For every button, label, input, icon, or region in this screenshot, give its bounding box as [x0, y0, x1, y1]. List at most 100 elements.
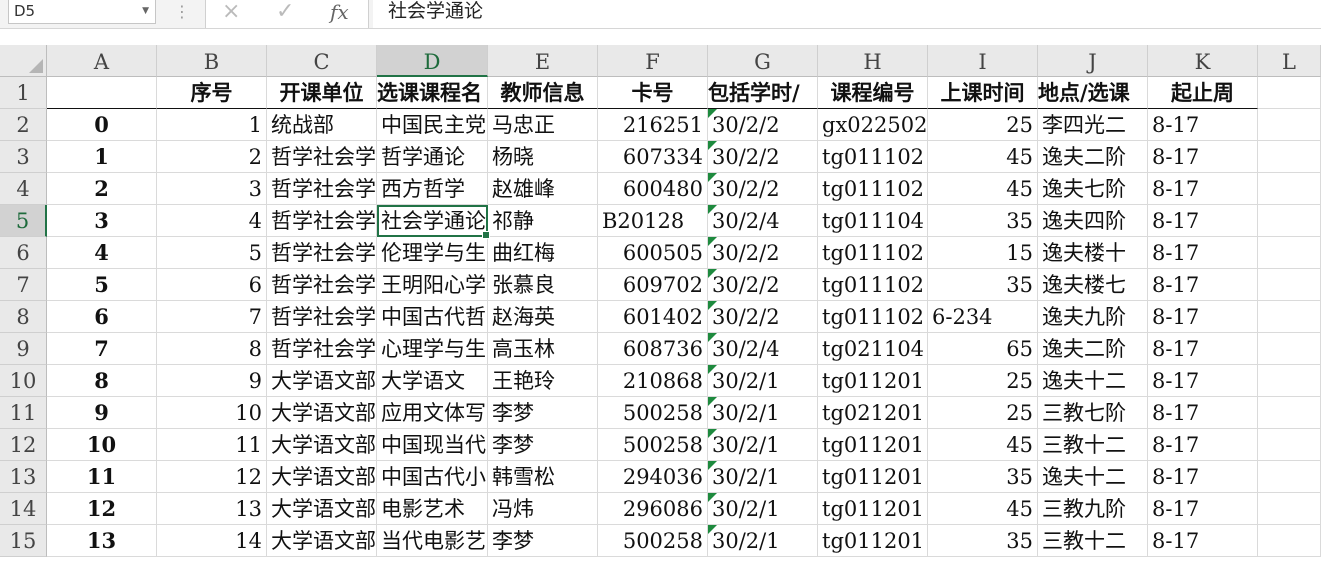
cell-g8[interactable]: 30/2/2: [708, 301, 818, 333]
cell-j4[interactable]: 逸夫七阶: [1038, 173, 1148, 205]
insert-function-icon[interactable]: fx: [330, 0, 349, 24]
header-cell-c[interactable]: 开课单位: [267, 77, 377, 109]
cell-j10[interactable]: 逸夫十二: [1038, 365, 1148, 397]
cell-d2[interactable]: 中国民主党: [377, 109, 488, 141]
cell-d4[interactable]: 西方哲学: [377, 173, 488, 205]
row-header-10[interactable]: 10: [0, 365, 47, 397]
cell-a15[interactable]: 13: [47, 525, 157, 557]
row-header-9[interactable]: 9: [0, 333, 47, 365]
cell-g13[interactable]: 30/2/1: [708, 461, 818, 493]
cell-f13[interactable]: 294036: [598, 461, 708, 493]
cell-i8[interactable]: 6-234: [928, 301, 1038, 333]
cell-e4[interactable]: 赵雄峰: [488, 173, 598, 205]
cell-f9[interactable]: 608736: [598, 333, 708, 365]
column-header-e[interactable]: E: [488, 45, 598, 77]
cell-k11[interactable]: 8-17: [1148, 397, 1258, 429]
cell-b11[interactable]: 10: [157, 397, 267, 429]
cell-h11[interactable]: tg021201: [818, 397, 928, 429]
cell-e13[interactable]: 韩雪松: [488, 461, 598, 493]
cell-i14[interactable]: 45: [928, 493, 1038, 525]
formula-input[interactable]: 社会学通论: [373, 0, 1321, 28]
cell-j8[interactable]: 逸夫九阶: [1038, 301, 1148, 333]
row-header-13[interactable]: 13: [0, 461, 47, 493]
cell-j15[interactable]: 三教十二: [1038, 525, 1148, 557]
cell-b3[interactable]: 2: [157, 141, 267, 173]
header-cell-h[interactable]: 课程编号: [818, 77, 928, 109]
column-header-f[interactable]: F: [598, 45, 708, 77]
cell-b8[interactable]: 7: [157, 301, 267, 333]
cell-l1[interactable]: [1258, 77, 1321, 109]
cell-e15[interactable]: 李梦: [488, 525, 598, 557]
cell-e14[interactable]: 冯炜: [488, 493, 598, 525]
cell-j11[interactable]: 三教七阶: [1038, 397, 1148, 429]
cell-l6[interactable]: [1258, 237, 1321, 269]
cell-b9[interactable]: 8: [157, 333, 267, 365]
cell-l10[interactable]: [1258, 365, 1321, 397]
column-header-a[interactable]: A: [47, 45, 157, 77]
cell-e6[interactable]: 曲红梅: [488, 237, 598, 269]
cell-h10[interactable]: tg011201: [818, 365, 928, 397]
column-header-d[interactable]: D: [377, 45, 488, 77]
cell-j5[interactable]: 逸夫四阶: [1038, 205, 1148, 237]
cell-f10[interactable]: 210868: [598, 365, 708, 397]
cell-f14[interactable]: 296086: [598, 493, 708, 525]
cell-a14[interactable]: 12: [47, 493, 157, 525]
header-cell-e[interactable]: 教师信息: [488, 77, 598, 109]
cell-a8[interactable]: 6: [47, 301, 157, 333]
cell-j2[interactable]: 李四光二: [1038, 109, 1148, 141]
cell-a10[interactable]: 8: [47, 365, 157, 397]
cell-i5[interactable]: 35: [928, 205, 1038, 237]
cell-f7[interactable]: 609702: [598, 269, 708, 301]
header-cell-i[interactable]: 上课时间: [928, 77, 1038, 109]
cell-g6[interactable]: 30/2/2: [708, 237, 818, 269]
cell-h3[interactable]: tg011102: [818, 141, 928, 173]
cell-h5[interactable]: tg011104: [818, 205, 928, 237]
cell-c15[interactable]: 大学语文部: [267, 525, 377, 557]
cell-c6[interactable]: 哲学社会学: [267, 237, 377, 269]
cell-d6[interactable]: 伦理学与生: [377, 237, 488, 269]
cell-k6[interactable]: 8-17: [1148, 237, 1258, 269]
cell-g7[interactable]: 30/2/2: [708, 269, 818, 301]
cell-a12[interactable]: 10: [47, 429, 157, 461]
cell-f5[interactable]: B20128: [598, 205, 708, 237]
cell-l7[interactable]: [1258, 269, 1321, 301]
row-header-11[interactable]: 11: [0, 397, 47, 429]
cell-b2[interactable]: 1: [157, 109, 267, 141]
cell-i13[interactable]: 35: [928, 461, 1038, 493]
cell-d12[interactable]: 中国现当代: [377, 429, 488, 461]
cell-g12[interactable]: 30/2/1: [708, 429, 818, 461]
row-header-5[interactable]: 5: [0, 205, 47, 237]
cell-h9[interactable]: tg021104: [818, 333, 928, 365]
cell-f11[interactable]: 500258: [598, 397, 708, 429]
cell-l11[interactable]: [1258, 397, 1321, 429]
cell-k10[interactable]: 8-17: [1148, 365, 1258, 397]
header-cell-b[interactable]: 序号: [157, 77, 267, 109]
cell-j3[interactable]: 逸夫二阶: [1038, 141, 1148, 173]
cell-e10[interactable]: 王艳玲: [488, 365, 598, 397]
cell-f6[interactable]: 600505: [598, 237, 708, 269]
cell-c3[interactable]: 哲学社会学: [267, 141, 377, 173]
cell-h2[interactable]: gx022502: [818, 109, 928, 141]
cell-a3[interactable]: 1: [47, 141, 157, 173]
cell-l13[interactable]: [1258, 461, 1321, 493]
cell-i12[interactable]: 45: [928, 429, 1038, 461]
cell-h13[interactable]: tg011201: [818, 461, 928, 493]
header-cell-f[interactable]: 卡号: [598, 77, 708, 109]
column-header-b[interactable]: B: [157, 45, 267, 77]
cell-a7[interactable]: 5: [47, 269, 157, 301]
header-cell-j[interactable]: 地点/选课: [1038, 77, 1148, 109]
header-cell-k[interactable]: 起止周: [1148, 77, 1258, 109]
cell-i15[interactable]: 35: [928, 525, 1038, 557]
row-header-14[interactable]: 14: [0, 493, 47, 525]
cell-b12[interactable]: 11: [157, 429, 267, 461]
cell-g15[interactable]: 30/2/1: [708, 525, 818, 557]
cell-b7[interactable]: 6: [157, 269, 267, 301]
chevron-down-icon[interactable]: ▼: [142, 0, 149, 22]
cell-d8[interactable]: 中国古代哲: [377, 301, 488, 333]
cell-i3[interactable]: 45: [928, 141, 1038, 173]
cell-d3[interactable]: 哲学通论: [377, 141, 488, 173]
column-header-c[interactable]: C: [267, 45, 377, 77]
row-header-6[interactable]: 6: [0, 237, 47, 269]
cell-d10[interactable]: 大学语文: [377, 365, 488, 397]
cell-c12[interactable]: 大学语文部: [267, 429, 377, 461]
